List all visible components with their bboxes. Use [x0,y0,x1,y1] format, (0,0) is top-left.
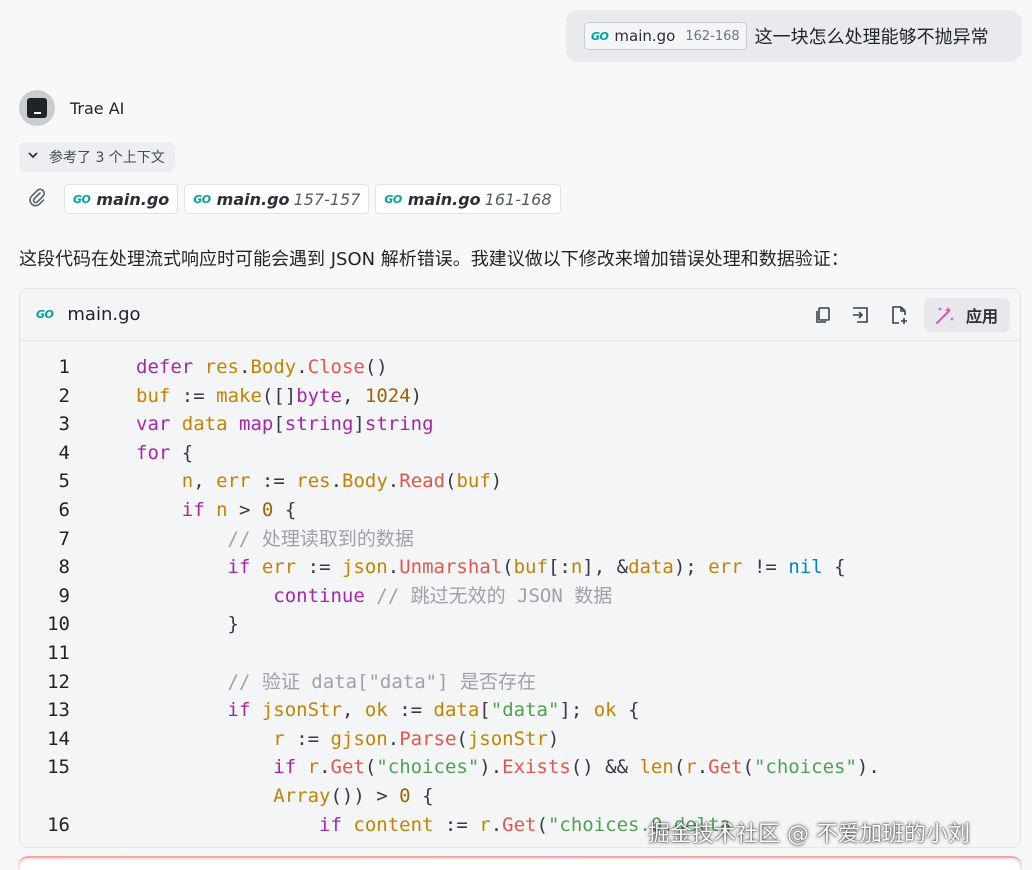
code-block: GO main.go 应用 1 defer res.Body.Close() 2 bu… [19,288,1021,848]
assistant-paragraph: 这段代码在处理流式响应时可能会遇到 JSON 解析错误。我建议做以下修改来增加错… [19,249,849,270]
code-line-text: // 验证 data["data"] 是否存在 [227,670,536,693]
line-number: 1 [58,356,70,378]
line-number: 15 [47,756,70,779]
code-line: Array()) > 0 { [20,782,1020,811]
line-number: 6 [58,498,70,521]
attached-file-name: main.go [96,189,170,209]
line-number: 12 [47,670,70,693]
line-number: 16 [47,813,70,836]
code-line-text: n, err := res.Body.Read(buf) [181,470,503,493]
go-icon: GO [73,192,91,206]
watermark: 掘金技术社区 @ 不爱加班的小刘 [648,822,970,847]
apply-wand-icon [935,306,954,324]
code-line-text: for { [136,441,194,464]
assistant-name: Trae AI [70,98,125,118]
attached-files-row: GO main.go GO main.go 157-157 GO main.go… [24,184,567,214]
code-line-text: r := gjson.Parse(jsonStr) [273,727,560,750]
code-line-text: if content := r.Get("choices.0.delta [319,813,731,836]
user-chip-range: 162-168 [685,28,740,44]
code-line: 5 n, err := res.Body.Read(buf) [20,467,1020,496]
user-chip-filename: main.go [614,27,676,45]
go-icon: GO [193,192,211,206]
code-line: 12 // 验证 data["data"] 是否存在 [20,668,1020,697]
apply-label: 应用 [965,306,998,326]
attached-file-range: 157-157 [293,189,361,209]
code-line-text: continue // 跳过无效的 JSON 数据 [273,584,613,607]
attached-file-chip[interactable]: GO main.go 161-168 [375,184,561,214]
code-line: 7 // 处理读取到的数据 [20,525,1020,554]
code-line-text: if r.Get("choices").Exists() && len(r.Ge… [273,756,880,779]
code-line: 9 continue // 跳过无效的 JSON 数据 [20,582,1020,611]
code-line: 4 for { [20,439,1020,468]
references-toggle[interactable]: 参考了 3 个上下文 [19,142,175,172]
apply-button[interactable]: 应用 [923,297,1010,332]
code-line-text: // 处理读取到的数据 [227,527,414,550]
code-line: 3 var data map[string]string [20,410,1020,439]
go-icon: GO [591,29,609,43]
code-line-text: Array()) > 0 { [273,784,434,807]
line-number: 11 [47,641,70,664]
attached-file-name: main.go [407,189,481,209]
line-number: 7 [58,527,70,550]
line-number: 13 [47,699,70,722]
assistant-header: Trae AI [19,90,124,126]
line-number: 2 [58,384,70,407]
attached-file-range: 161-168 [484,189,552,209]
code-line: 8 if err := json.Unmarshal(buf[:n], &dat… [20,553,1020,582]
user-message-text: 这一块怎么处理能够不抛异常 [754,27,989,48]
chat-input-box-edge[interactable] [18,856,1022,870]
code-line: 11 [20,639,1020,668]
code-line: 1 defer res.Body.Close() [20,353,1020,382]
copy-icon[interactable] [808,300,838,330]
code-line: 14 r := gjson.Parse(jsonStr) [20,725,1020,754]
references-label: 参考了 3 个上下文 [49,150,165,166]
code-line: 15 if r.Get("choices").Exists() && len(r… [20,753,1020,782]
code-block-header: GO main.go 应用 [20,289,1020,341]
attached-file-chip[interactable]: GO main.go 157-157 [184,184,370,214]
assistant-avatar [19,90,55,126]
line-number: 5 [58,470,70,493]
line-number: 14 [47,727,70,750]
code-line-text: if jsonStr, ok := data["data"]; ok { [227,699,640,722]
chevron-down-icon [27,149,39,165]
new-file-icon[interactable] [884,300,914,330]
line-number [20,782,70,811]
code-line: 2 buf := make([]byte, 1024) [20,382,1020,411]
code-line-text: buf := make([]byte, 1024) [136,384,423,407]
code-line: 13 if jsonStr, ok := data["data"]; ok { [20,696,1020,725]
go-icon: GO [36,308,54,321]
code-line-text: if n > 0 { [181,498,297,521]
user-file-reference-chip[interactable]: GO main.go 162-168 [584,22,747,50]
go-icon: GO [384,192,402,206]
code-block-filename: main.go [67,304,141,325]
code-line-text: if err := json.Unmarshal(buf[:n], &data)… [227,556,846,579]
code-editor[interactable]: 1 defer res.Body.Close() 2 buf := make([]by… [20,341,1020,839]
code-line: 10 } [20,610,1020,639]
code-line: 6 if n > 0 { [20,496,1020,525]
attached-file-name: main.go [216,189,290,209]
insert-icon[interactable] [846,300,876,330]
line-number: 3 [58,413,70,436]
line-number: 10 [47,613,70,636]
code-line-text: var data map[string]string [136,413,434,436]
code-line-text: defer res.Body.Close() [136,356,388,378]
line-number: 9 [58,584,70,607]
line-number: 8 [58,556,70,579]
user-message-bubble: GO main.go 162-168 这一块怎么处理能够不抛异常 [566,10,1022,62]
code-line-text: } [227,613,239,636]
line-number: 4 [58,441,70,464]
paperclip-icon [24,187,50,212]
attached-file-chip[interactable]: GO main.go [64,184,179,214]
